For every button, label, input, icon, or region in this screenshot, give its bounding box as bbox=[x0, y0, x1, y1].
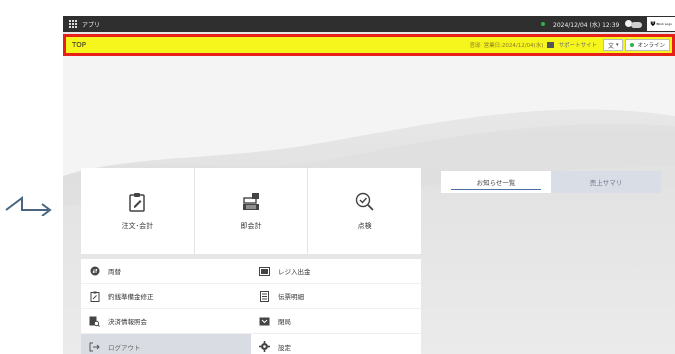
quick-checkout-tile[interactable]: 即会計 bbox=[195, 168, 309, 254]
support-site-label: サポートサイト bbox=[558, 43, 597, 49]
cash-icon bbox=[259, 266, 270, 277]
clipboard-edit-icon bbox=[89, 291, 100, 302]
menu-item-exchange[interactable]: 両替 bbox=[81, 259, 251, 284]
menu-item-label: 釣銭準備金修正 bbox=[108, 293, 154, 301]
tab-notices-label: お知らせ一覧 bbox=[476, 179, 516, 187]
quick-checkout-label: 即会計 bbox=[240, 222, 262, 230]
order-checkout-tile[interactable]: 注文･会計 bbox=[81, 168, 195, 254]
menu-item-close-shop[interactable]: 閉局 bbox=[251, 309, 421, 334]
translate-icon: 文 bbox=[607, 42, 614, 50]
page-header: TOP 官邸 営業日:2024/12/04(水) サポートサイト 文 ▾ オンラ… bbox=[63, 34, 675, 56]
tab-sales-summary-label: 売上サマリ bbox=[589, 179, 623, 187]
close-shop-icon bbox=[259, 316, 270, 327]
clipboard-icon bbox=[129, 193, 146, 212]
weather-icon bbox=[625, 19, 643, 29]
chevron-down-icon: ▾ bbox=[615, 42, 619, 48]
connection-status-icon bbox=[541, 22, 545, 26]
support-site-link[interactable]: サポートサイト bbox=[547, 41, 597, 49]
app-window: アプリ 2024/12/04 (水) 12:39 Ψ Blink Logo TOP… bbox=[63, 16, 675, 354]
tab-sales-summary[interactable]: 売上サマリ bbox=[551, 171, 661, 193]
menu-item-payment-inquiry[interactable]: 決済情報照会 bbox=[81, 309, 251, 334]
menu-item-label: 閉局 bbox=[278, 318, 291, 326]
order-checkout-label: 注文･会計 bbox=[121, 222, 154, 230]
inspect-icon bbox=[355, 192, 374, 211]
book-icon bbox=[547, 42, 555, 48]
menu-item-label: 決済情報照会 bbox=[108, 318, 147, 326]
tab-notices[interactable]: お知らせ一覧 bbox=[441, 171, 551, 193]
menu-item-logout[interactable]: ログアウト bbox=[81, 334, 251, 354]
menu-item-label: 両替 bbox=[108, 268, 121, 276]
business-date: 営業日:2024/12/04(水) bbox=[483, 43, 544, 49]
brand-logo: Ψ Blink Logo bbox=[647, 17, 675, 31]
menu-item-label: ログアウト bbox=[108, 343, 141, 352]
store-name: 官邸 bbox=[469, 43, 481, 49]
inspection-tile[interactable]: 点検 bbox=[308, 168, 421, 254]
system-topbar: アプリ 2024/12/04 (水) 12:39 Ψ Blink Logo bbox=[63, 16, 675, 32]
main-action-tiles: 注文･会計 即会計 点検 bbox=[81, 168, 421, 254]
payment-search-icon bbox=[89, 316, 100, 327]
menu-item-settings[interactable]: 設定 bbox=[251, 334, 421, 354]
exchange-icon bbox=[89, 266, 100, 277]
sub-menu-list: 両替 レジ入出金 釣銭準備金修正 伝票明細 決済情報照会 閉局 ログアウト 設定 bbox=[81, 259, 421, 354]
language-selector[interactable]: 文 ▾ bbox=[602, 39, 624, 51]
apps-label[interactable]: アプリ bbox=[82, 20, 100, 29]
menu-item-receipt-detail[interactable]: 伝票明細 bbox=[251, 284, 421, 309]
news-tabs: お知らせ一覧 売上サマリ bbox=[441, 171, 661, 193]
menu-item-label: 設定 bbox=[278, 343, 291, 352]
online-status-label: オンライン bbox=[637, 43, 665, 49]
inspection-label: 点検 bbox=[357, 222, 372, 230]
receipt-icon bbox=[259, 290, 270, 302]
menu-item-label: レジ入出金 bbox=[278, 268, 311, 276]
menu-item-cash-inout[interactable]: レジ入出金 bbox=[251, 259, 421, 284]
system-datetime: 2024/12/04 (水) 12:39 bbox=[553, 21, 620, 29]
online-indicator-icon bbox=[630, 43, 635, 47]
menu-item-label: 伝票明細 bbox=[278, 293, 304, 301]
menu-item-change-fund[interactable]: 釣銭準備金修正 bbox=[81, 284, 251, 309]
apps-grid-icon[interactable] bbox=[69, 19, 78, 29]
logout-icon bbox=[89, 341, 100, 352]
annotation-arrow-icon bbox=[5, 196, 52, 216]
page-title: TOP bbox=[72, 41, 87, 49]
gear-icon bbox=[259, 341, 270, 352]
online-status[interactable]: オンライン bbox=[625, 39, 670, 51]
register-icon bbox=[243, 193, 259, 210]
